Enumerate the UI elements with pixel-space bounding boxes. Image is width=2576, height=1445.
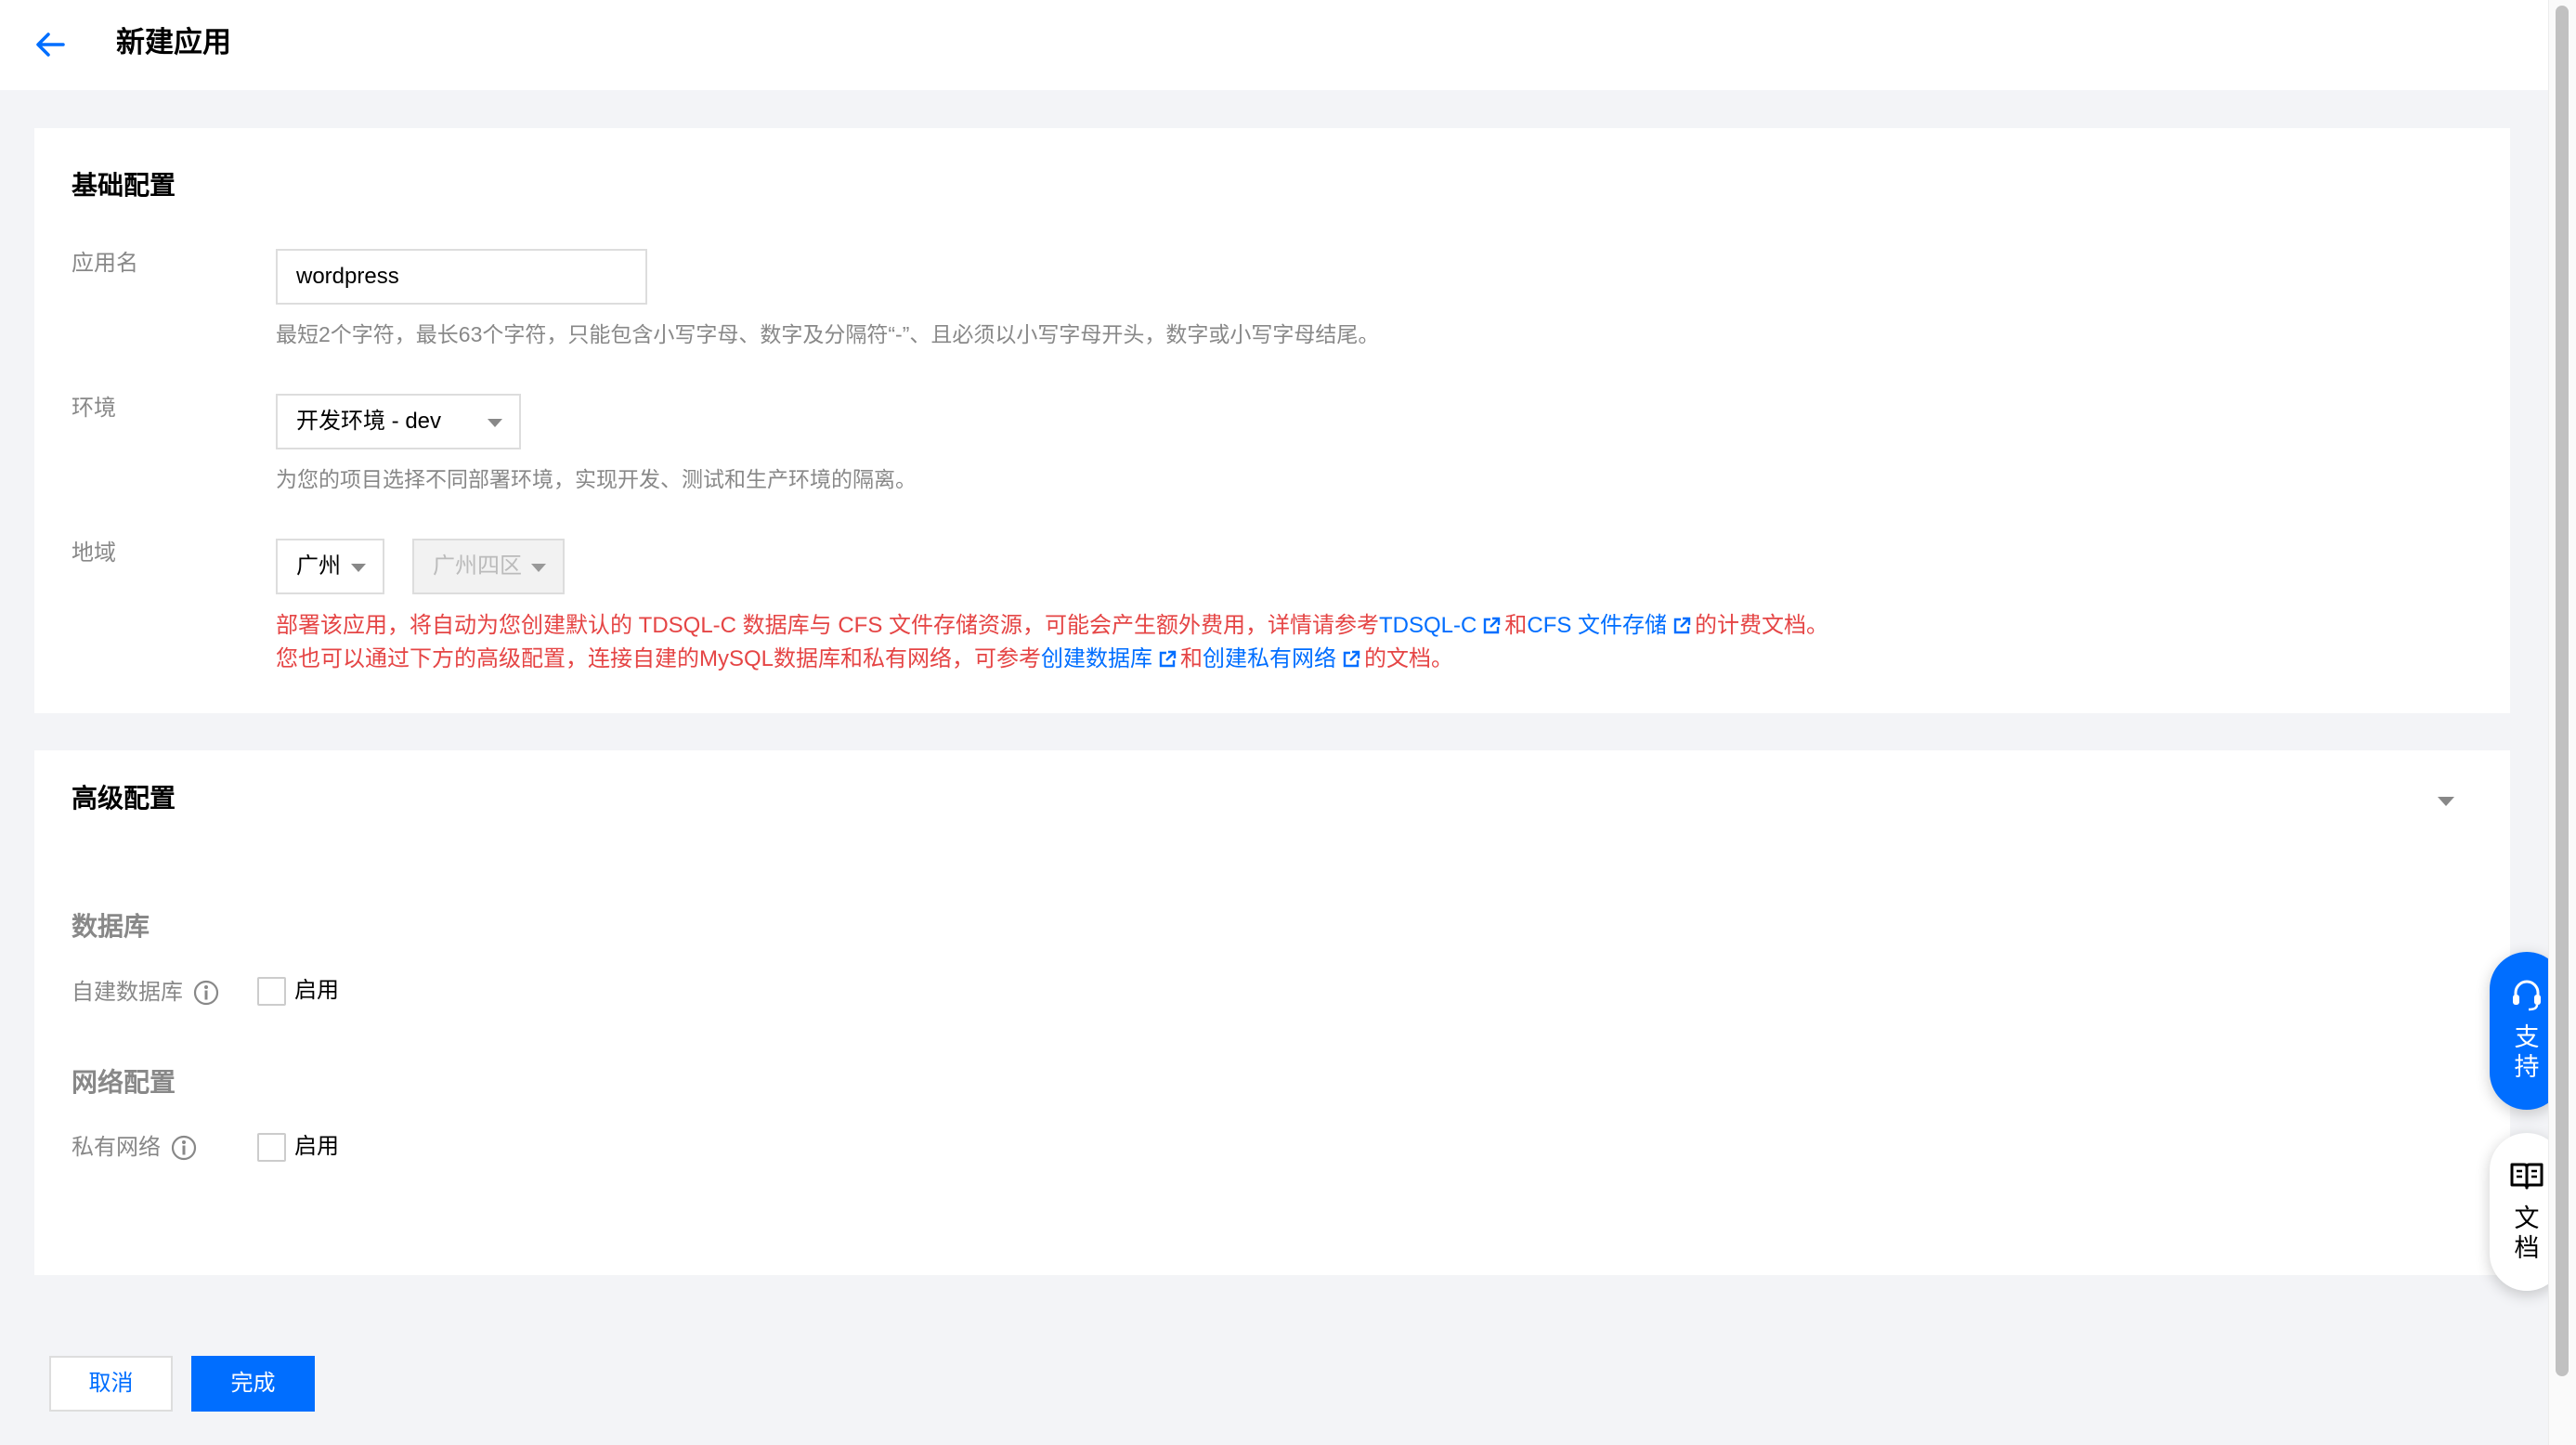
collapse-toggle-icon[interactable]	[2438, 797, 2454, 806]
app-name-help: 最短2个字符，最长63个字符，只能包含小写字母、数字及分隔符“-”、且必须以小写…	[276, 322, 1380, 346]
cfs-link[interactable]: CFS 文件存储	[1527, 613, 1667, 638]
env-label: 环境	[72, 396, 116, 421]
advanced-config-title: 高级配置	[72, 784, 176, 813]
chevron-down-icon	[351, 564, 366, 572]
notice-text: 的文档。	[1364, 646, 1454, 671]
vpc-label: 私有网络	[72, 1135, 161, 1160]
advanced-config-card: 高级配置 数据库 自建数据库 启用 网络配置 私有网络 启用	[34, 750, 2510, 1275]
self-db-label: 自建数据库	[72, 980, 183, 1005]
external-link-icon	[1484, 617, 1501, 634]
cost-notice-line2: 您也可以通过下方的高级配置，连接自建的MySQL数据库和私有网络，可参考创建数据…	[276, 643, 1453, 676]
vpc-enable-label[interactable]: 启用	[294, 1132, 339, 1162]
external-link-icon	[1159, 650, 1177, 668]
info-icon[interactable]	[170, 1134, 198, 1162]
tdsql-c-link[interactable]: TDSQL-C	[1379, 613, 1477, 638]
region-select-value: 广州	[296, 553, 341, 579]
headset-icon	[2513, 980, 2541, 1011]
env-select[interactable]: 开发环境 - dev	[276, 394, 521, 449]
notice-text: 和	[1180, 646, 1203, 671]
basic-config-title: 基础配置	[72, 171, 176, 200]
book-icon	[2510, 1163, 2543, 1190]
scrollbar-thumb[interactable]	[2556, 6, 2569, 1376]
vpc-checkbox[interactable]	[257, 1133, 286, 1162]
top-header: 新建应用	[0, 0, 2548, 90]
external-link-icon	[1343, 650, 1360, 668]
back-arrow-icon[interactable]	[32, 26, 69, 63]
env-help: 为您的项目选择不同部署环境，实现开发、测试和生产环境的隔离。	[276, 467, 917, 491]
done-button[interactable]: 完成	[191, 1356, 315, 1412]
zone-select: 广州四区	[412, 539, 565, 594]
external-link-icon	[1673, 617, 1691, 634]
self-db-checkbox[interactable]	[257, 977, 286, 1006]
basic-config-card: 基础配置 应用名 最短2个字符，最长63个字符，只能包含小写字母、数字及分隔符“…	[34, 128, 2510, 713]
app-name-label: 应用名	[72, 251, 138, 276]
region-select[interactable]: 广州	[276, 539, 384, 594]
network-section-title: 网络配置	[72, 1068, 176, 1097]
region-label: 地域	[72, 540, 116, 566]
create-vpc-link[interactable]: 创建私有网络	[1203, 646, 1336, 671]
zone-select-value: 广州四区	[433, 553, 522, 579]
chevron-down-icon	[531, 564, 546, 572]
chevron-down-icon	[488, 419, 502, 427]
page: 新建应用 基础配置 应用名 最短2个字符，最长63个字符，只能包含小写字母、数字…	[0, 0, 2576, 1445]
create-db-link[interactable]: 创建数据库	[1041, 646, 1152, 671]
notice-text: 部署该应用，将自动为您创建默认的 TDSQL-C 数据库与 CFS 文件存储资源…	[276, 613, 1380, 638]
notice-text: 您也可以通过下方的高级配置，连接自建的MySQL数据库和私有网络，可参考	[276, 646, 1042, 671]
cost-notice-line1: 部署该应用，将自动为您创建默认的 TDSQL-C 数据库与 CFS 文件存储资源…	[276, 609, 1828, 643]
app-name-input[interactable]	[276, 249, 647, 305]
notice-text: 和	[1504, 613, 1528, 638]
env-select-value: 开发环境 - dev	[296, 409, 442, 434]
cancel-button[interactable]: 取消	[49, 1356, 173, 1412]
self-db-enable-label[interactable]: 启用	[294, 976, 339, 1006]
database-section-title: 数据库	[72, 912, 150, 941]
notice-text: 的计费文档。	[1695, 613, 1829, 638]
info-icon[interactable]	[192, 979, 220, 1007]
page-title: 新建应用	[116, 26, 231, 59]
